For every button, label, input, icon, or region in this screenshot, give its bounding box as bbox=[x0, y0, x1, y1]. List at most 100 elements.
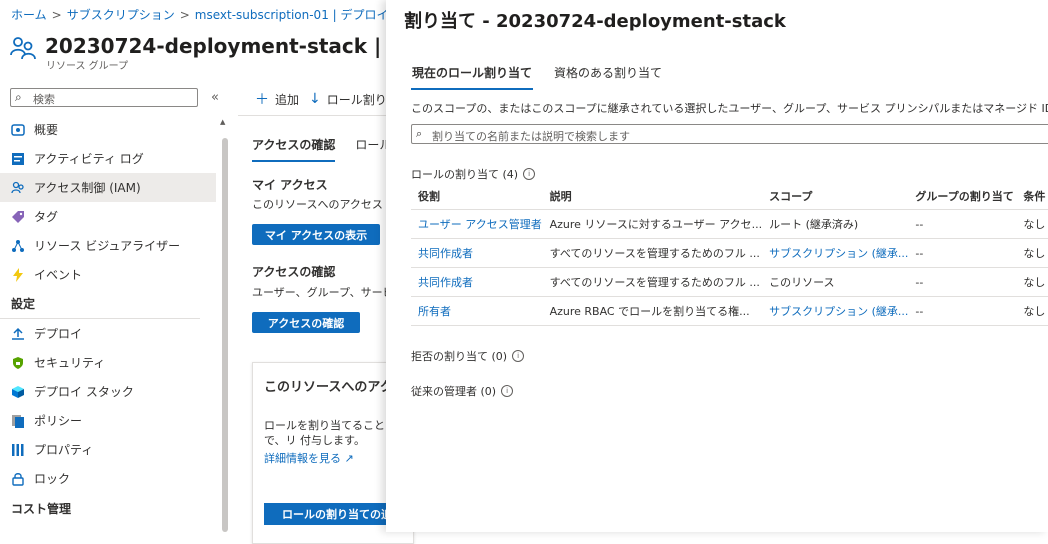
info-icon[interactable]: i bbox=[501, 385, 514, 397]
group-assignment: -- bbox=[908, 238, 1017, 268]
lock-icon bbox=[11, 472, 25, 486]
sidebar-item-iam[interactable]: アクセス制御 (IAM) bbox=[0, 173, 216, 202]
table-row: 共同作成者 すべてのリソースを管理するためのフル ... このリソース -- な… bbox=[411, 267, 1048, 297]
resource-group-people-icon bbox=[10, 37, 36, 60]
role-scope-link[interactable]: サブスクリプション (継承... bbox=[762, 238, 909, 268]
condition: なし bbox=[1016, 296, 1048, 326]
sidebar-item-label: 概要 bbox=[34, 123, 59, 137]
sidebar-search-input[interactable]: ⌕ 検索 bbox=[10, 88, 198, 107]
cube-icon bbox=[11, 385, 25, 399]
tab-check-access[interactable]: アクセスの確認 bbox=[252, 136, 336, 162]
blade-tabs: 現在のロール割り当て 資格のある割り当て bbox=[411, 64, 663, 90]
role-scope: ルート (継承済み) bbox=[762, 209, 909, 239]
search-icon: ⌕ bbox=[15, 90, 22, 104]
assignments-blade: 割り当て - 20230724-deployment-stack 現在のロール割… bbox=[386, 0, 1048, 532]
my-access-heading: マイ アクセス bbox=[252, 178, 328, 192]
command-bar: ＋ 追加 ↓ ロール割り当 bbox=[255, 89, 399, 109]
condition: なし bbox=[1016, 209, 1048, 239]
properties-icon bbox=[11, 443, 25, 457]
sidebar-item-label: プロパティ bbox=[34, 443, 94, 457]
sidebar-item-label: イベント bbox=[34, 268, 83, 282]
info-icon[interactable]: i bbox=[523, 168, 536, 180]
people-icon bbox=[11, 181, 25, 195]
table-row: 共同作成者 すべてのリソースを管理するためのフル ... サブスクリプション (… bbox=[411, 238, 1048, 268]
search-icon: ⌕ bbox=[416, 127, 423, 140]
column-header-condition[interactable]: 条件 bbox=[1016, 183, 1048, 210]
sidebar-search-placeholder: 検索 bbox=[33, 93, 55, 106]
column-header-description[interactable]: 説明 bbox=[542, 183, 763, 210]
resource-page: ホーム > サブスクリプション > msext-subscription-01 | デプ… bbox=[0, 0, 467, 544]
tab-eligible-assignments[interactable]: 資格のある割り当て bbox=[553, 64, 663, 90]
table-row: 所有者 Azure RBAC でロールを割り当てる権... サブスクリプション … bbox=[411, 296, 1048, 326]
sidebar-item-tags[interactable]: タグ bbox=[0, 202, 216, 231]
role-assignments-heading: ロールの割り当て (4) i bbox=[411, 166, 536, 182]
sidebar-item-security[interactable]: セキュリティ bbox=[0, 348, 216, 377]
sidebar-item-events[interactable]: イベント bbox=[0, 260, 216, 289]
sidebar-item-label: リソース ビジュアライザー bbox=[34, 239, 181, 253]
sidebar-item-deployment-stacks[interactable]: デプロイ スタック bbox=[0, 377, 216, 406]
classic-admins-heading: 従来の管理者 (0) i bbox=[411, 383, 514, 399]
learn-more-link[interactable]: 詳細情報を見る ↗ bbox=[264, 450, 354, 466]
add-role-assignment-button[interactable]: ロールの割り当ての追加 bbox=[264, 503, 404, 525]
tag-icon bbox=[11, 210, 25, 224]
role-assignments-label: ロールの割り当て (4) bbox=[411, 168, 519, 181]
tab-current-role-assignments[interactable]: 現在のロール割り当て bbox=[411, 64, 534, 90]
sidebar-item-activity-log[interactable]: アクティビティ ログ bbox=[0, 144, 216, 173]
sidebar-item-label: ポリシー bbox=[34, 414, 83, 428]
scroll-up-arrow-icon[interactable]: ▲ bbox=[220, 118, 225, 126]
condition: なし bbox=[1016, 238, 1048, 268]
add-button[interactable]: ＋ 追加 bbox=[255, 89, 299, 109]
breadcrumb-home[interactable]: ホーム bbox=[11, 8, 47, 22]
info-icon[interactable]: i bbox=[512, 350, 525, 362]
add-button-label: 追加 bbox=[275, 92, 300, 107]
shield-icon bbox=[11, 356, 25, 370]
overview-icon bbox=[11, 123, 25, 137]
column-header-scope[interactable]: スコープ bbox=[762, 183, 909, 210]
grant-access-card-text: ロールを割り当てることで、リ 付与します。 bbox=[264, 419, 385, 447]
deny-assignments-label: 拒否の割り当て (0) bbox=[411, 350, 508, 363]
collapse-sidebar-icon[interactable]: « bbox=[211, 90, 219, 105]
sidebar-item-label: タグ bbox=[34, 210, 59, 224]
role-description: すべてのリソースを管理するためのフル ... bbox=[542, 238, 763, 268]
role-link[interactable]: 共同作成者 bbox=[411, 267, 543, 297]
check-access-button[interactable]: アクセスの確認 bbox=[252, 312, 360, 333]
sidebar-item-label: デプロイ スタック bbox=[34, 385, 134, 399]
check-access-heading: アクセスの確認 bbox=[252, 265, 336, 279]
sidebar-item-deployments[interactable]: デプロイ bbox=[0, 319, 216, 348]
condition: なし bbox=[1016, 267, 1048, 297]
sidebar-item-visualizer[interactable]: リソース ビジュアライザー bbox=[0, 231, 216, 260]
role-description: Azure リソースに対するユーザー アクセ... bbox=[542, 209, 763, 239]
sidebar-item-locks[interactable]: ロック bbox=[0, 464, 216, 493]
column-header-role[interactable]: 役割 bbox=[411, 183, 543, 210]
role-scope: このリソース bbox=[762, 267, 909, 297]
role-link[interactable]: ユーザー アクセス管理者 bbox=[411, 209, 543, 239]
plus-icon: ＋ bbox=[255, 92, 269, 108]
role-link[interactable]: 所有者 bbox=[411, 296, 543, 326]
role-assignments-table: 役割 説明 スコープ グループの割り当て 条件 ユーザー アクセス管理者 Azu… bbox=[411, 183, 1048, 326]
assignment-search-input[interactable]: ⌕ 割り当ての名前または説明で検索します bbox=[411, 124, 1048, 144]
sidebar-item-overview[interactable]: 概要 bbox=[0, 115, 216, 144]
sidebar-item-policies[interactable]: ポリシー bbox=[0, 406, 216, 435]
sidebar-item-label: デプロイ bbox=[34, 327, 83, 341]
breadcrumb-separator: > bbox=[51, 8, 62, 22]
role-description: すべてのリソースを管理するためのフル ... bbox=[542, 267, 763, 297]
blade-title: 割り当て - 20230724-deployment-stack bbox=[404, 11, 786, 32]
column-header-group-assignment[interactable]: グループの割り当て bbox=[908, 183, 1017, 210]
sidebar-item-label: ロック bbox=[34, 472, 71, 486]
view-my-access-button[interactable]: マイ アクセスの表示 bbox=[252, 224, 380, 245]
sidebar-section-cost: コスト管理 bbox=[11, 502, 72, 516]
sidebar-item-properties[interactable]: プロパティ bbox=[0, 435, 216, 464]
sidebar-item-label: セキュリティ bbox=[34, 356, 106, 370]
lightning-icon bbox=[11, 267, 25, 282]
iam-tabs: アクセスの確認 ロールの bbox=[252, 136, 403, 162]
sidebar-nav: 概要 アクティビティ ログ アクセス制御 (IAM) タグ リソース ビジュアラ… bbox=[0, 115, 216, 523]
breadcrumb-subscriptions[interactable]: サブスクリプション bbox=[67, 8, 175, 22]
sidebar-scrollbar-thumb[interactable] bbox=[222, 138, 228, 532]
sidebar-section-settings: 設定 bbox=[0, 289, 200, 319]
breadcrumb: ホーム > サブスクリプション > msext-subscription-01 | デプ… bbox=[11, 6, 440, 23]
role-link[interactable]: 共同作成者 bbox=[411, 238, 543, 268]
role-scope-link[interactable]: サブスクリプション (継承... bbox=[762, 296, 909, 326]
policy-icon bbox=[11, 414, 25, 428]
blade-description: このスコープの、またはこのスコープに継承されている選択したユーザー、グループ、サ… bbox=[411, 102, 1048, 115]
visualizer-icon bbox=[11, 239, 25, 253]
